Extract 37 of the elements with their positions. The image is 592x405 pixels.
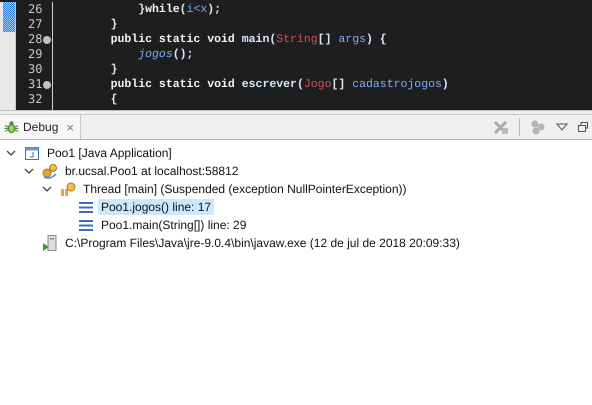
- code-line: public static void main(String[] args) {: [110, 32, 387, 47]
- chevron-icon[interactable]: [24, 167, 36, 175]
- tree-item[interactable]: Poo1 [Java Application]: [44, 145, 175, 161]
- code-line: public static void escrever(Jogo[] cadastrojogos): [110, 77, 449, 92]
- tree-item[interactable]: Poo1.main(String[]) line: 29: [98, 217, 250, 233]
- code-line: }: [110, 62, 118, 77]
- code-line: }while(i<x);: [137, 2, 222, 17]
- window-icon: [25, 146, 39, 160]
- process-icon: [43, 235, 57, 251]
- stack-frame-icon: [79, 220, 93, 230]
- bug-icon: [4, 120, 19, 134]
- stack-frame-icon: [79, 202, 93, 212]
- tab-label: Debug: [23, 120, 58, 134]
- fold-icon[interactable]: [43, 36, 51, 44]
- line-number: 32: [28, 92, 43, 107]
- close-icon[interactable]: ×: [66, 120, 74, 134]
- suspended-thread-icon: [60, 182, 76, 196]
- tree-item[interactable]: br.ucsal.Poo1 at localhost:58812: [62, 163, 242, 179]
- fold-icon[interactable]: [43, 80, 51, 88]
- chevron-icon[interactable]: [42, 185, 54, 193]
- line-number: 29: [28, 47, 43, 62]
- tree-item[interactable]: C:\Program Files\Java\jre-9.0.4\bin\javaw.exe (12 de jul de 2018 20:09:33): [62, 235, 463, 251]
- code-line: jogos();: [137, 47, 194, 62]
- tree-item[interactable]: Poo1.jogos() line: 17: [98, 199, 214, 215]
- view-menu-icon[interactable]: [556, 122, 568, 132]
- restore-icon[interactable]: [578, 122, 588, 132]
- tree-item[interactable]: Thread [main] (Suspended (exception NullPointerException)): [80, 181, 410, 197]
- line-number: 26: [28, 2, 43, 17]
- chevron-icon[interactable]: [6, 149, 18, 157]
- debug-tab[interactable]: Debug ×: [0, 115, 81, 139]
- code-line: }: [110, 17, 118, 32]
- line-number: 27: [28, 17, 43, 32]
- code-line: {: [110, 92, 118, 107]
- line-number: 30: [28, 62, 43, 77]
- gears-icon: [42, 163, 58, 179]
- line-number: 28: [28, 32, 43, 47]
- line-number: 31: [28, 77, 43, 92]
